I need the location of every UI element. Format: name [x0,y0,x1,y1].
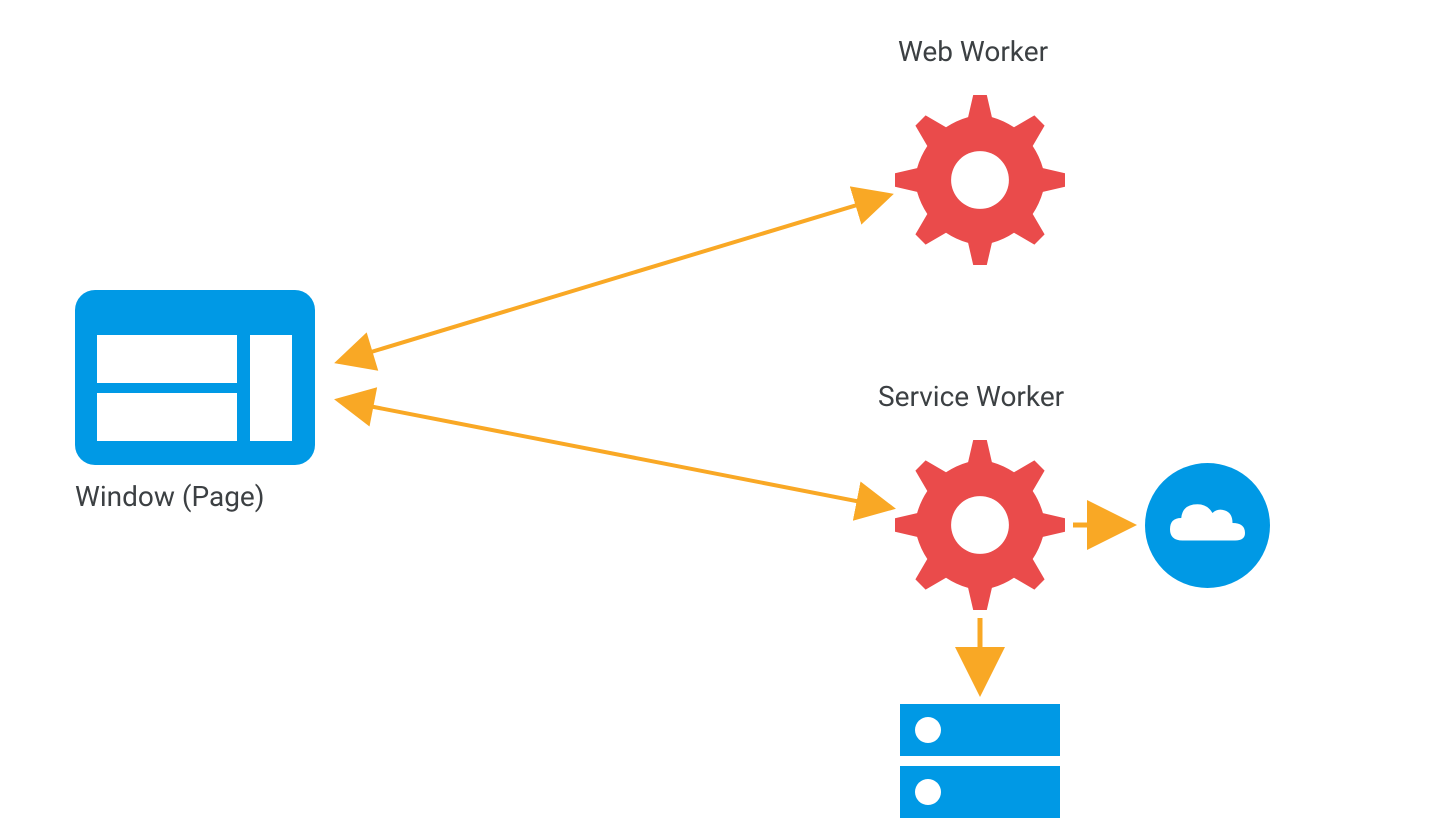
service-worker-gear-icon [895,440,1065,610]
web-worker-label: Web Worker [898,35,1048,68]
cloud-icon [1145,463,1270,588]
window-page-label: Window (Page) [75,480,265,513]
window-page-icon [75,290,315,465]
arrow-window-serviceworker [338,400,892,508]
arrow-window-webworker [338,195,890,362]
service-worker-label: Service Worker [878,380,1064,413]
storage-icon [900,704,1060,819]
web-worker-gear-icon [895,95,1065,265]
